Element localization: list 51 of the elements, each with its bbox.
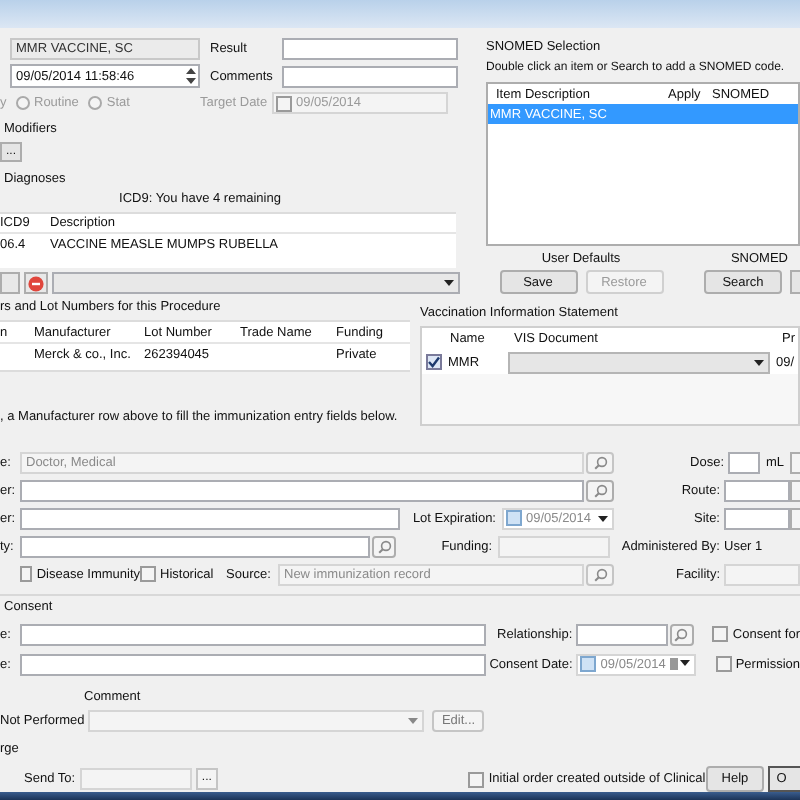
input-field[interactable] (20, 479, 584, 501)
search-button[interactable] (372, 535, 396, 557)
historical-checkbox[interactable] (140, 566, 156, 582)
spinner-icon[interactable] (184, 66, 198, 86)
search-button[interactable] (586, 451, 614, 473)
input-field[interactable] (20, 535, 370, 557)
comments-field[interactable] (282, 65, 458, 87)
search-button[interactable] (586, 563, 614, 585)
search-icon (674, 627, 689, 641)
dropdown-arrow-icon (754, 359, 764, 365)
vis-document-dropdown[interactable] (508, 351, 770, 373)
checkbox[interactable] (580, 656, 597, 672)
search-icon (593, 483, 607, 497)
remove-button[interactable] (24, 272, 48, 294)
checkbox[interactable] (276, 95, 292, 111)
checkbox[interactable] (506, 510, 522, 526)
disease-immunity-checkbox[interactable] (20, 566, 33, 582)
site-field[interactable] (724, 507, 790, 529)
input-field[interactable] (20, 507, 400, 529)
search-icon (593, 455, 607, 469)
radio-button[interactable] (16, 96, 30, 110)
result-field[interactable] (282, 38, 458, 60)
input-field[interactable] (19, 653, 486, 675)
search-icon (593, 567, 607, 581)
search-button[interactable] (586, 479, 614, 501)
checkbox[interactable] (712, 626, 729, 642)
stop-icon (28, 275, 44, 291)
search-button[interactable] (669, 623, 695, 645)
dropdown-arrow-icon (408, 717, 419, 723)
diagnosis-dropdown[interactable] (52, 272, 460, 294)
radio-button[interactable] (88, 96, 103, 110)
toolbar-button[interactable] (790, 270, 800, 294)
dose-field[interactable] (728, 451, 760, 473)
toolbar-button[interactable] (790, 479, 800, 501)
route-field[interactable] (724, 479, 790, 501)
checkbox[interactable] (715, 656, 732, 672)
checkbox[interactable] (468, 771, 485, 787)
funding-field[interactable] (498, 535, 610, 557)
dropdown-arrow-icon (598, 515, 608, 521)
relationship-field[interactable] (576, 623, 668, 645)
facility-field[interactable] (724, 563, 800, 585)
toolbar-button[interactable] (790, 451, 800, 473)
send-to-field[interactable] (79, 768, 192, 790)
toolbar-button[interactable] (0, 272, 20, 294)
input-field[interactable] (19, 623, 486, 645)
calendar-dropdown-icon (669, 658, 690, 670)
search-icon (377, 539, 391, 553)
dropdown-arrow-icon (444, 280, 454, 286)
toolbar-button[interactable] (790, 507, 800, 529)
comment-dropdown[interactable] (88, 709, 425, 731)
checkbox[interactable] (426, 354, 442, 370)
